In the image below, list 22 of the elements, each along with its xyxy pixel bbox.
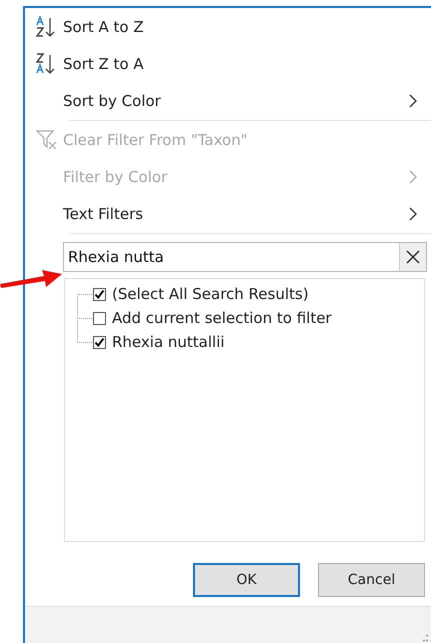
resize-grip-icon[interactable] [423,634,429,642]
menu-item[interactable]: Sort Z to A [25,45,431,82]
chevron-right-icon [409,94,417,108]
chevron-right-icon [409,170,417,184]
menu-item[interactable]: Text Filters [25,195,431,234]
dialog-button[interactable]: OK [193,563,300,597]
chevron-right-icon [409,206,417,220]
filter-option-label[interactable]: Rhexia nuttallii [112,333,225,351]
tree-line [77,294,93,343]
checkbox[interactable] [93,288,106,300]
clear-search-button[interactable] [399,242,427,272]
dialog-button[interactable]: Cancel [318,563,425,597]
close-icon [406,250,420,264]
arrow [0,267,62,289]
search-field[interactable]: Rhexia nutta [63,242,399,272]
checkbox[interactable] [93,312,106,324]
clear-filter-icon [36,128,58,150]
menu-item[interactable]: Sort A to Z [25,8,431,45]
menu-item[interactable]: Sort by Color [25,82,431,121]
filter-option-label[interactable]: (Select All Search Results) [112,285,309,303]
filter-option-label[interactable]: Add current selection to filter [112,309,332,327]
checkbox[interactable] [93,336,106,348]
